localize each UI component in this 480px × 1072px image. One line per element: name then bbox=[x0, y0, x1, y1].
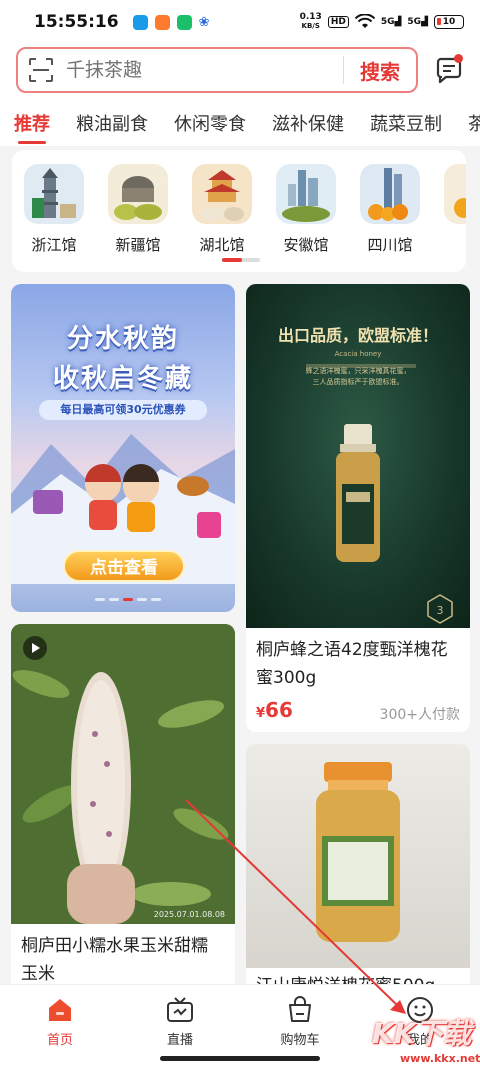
nav-cart[interactable]: 购物车 bbox=[260, 995, 340, 1048]
search-button[interactable]: 搜索 bbox=[344, 56, 416, 85]
category-tabs: 推荐 粮油副食 休闲零食 滋补保健 蔬菜豆制 茶 bbox=[0, 100, 480, 146]
honey-bottle-illustration: 3 bbox=[306, 364, 453, 624]
tab-vegetables[interactable]: 蔬菜豆制 bbox=[370, 110, 442, 136]
product-card-jar-honey[interactable]: 江山康悦洋槐花蜜500g bbox=[246, 744, 470, 1004]
product-title: 桐庐田小糯水果玉米甜糯 玉米 bbox=[21, 936, 208, 984]
tab-health[interactable]: 滋补保健 bbox=[272, 110, 344, 136]
watermark-logo: KK下载 bbox=[372, 1017, 472, 1050]
paw-app-icon: ❀ bbox=[198, 14, 214, 30]
pavilion-image bbox=[444, 164, 466, 224]
wifi-icon bbox=[354, 14, 375, 28]
svg-text:3: 3 bbox=[437, 604, 444, 617]
product-image: 出口品质，欧盟标准！ Acacia honey 蜂之语洋槐蜜，只采洋槐真花蜜， … bbox=[246, 284, 470, 628]
pavilion-sichuan[interactable]: 四川馆 bbox=[348, 164, 432, 255]
home-indicator[interactable] bbox=[160, 1056, 320, 1061]
product-image bbox=[246, 744, 470, 968]
search-bar: 搜索 bbox=[0, 44, 480, 100]
signal-5g-icon: 5G▟ bbox=[407, 17, 428, 27]
message-badge bbox=[454, 54, 463, 63]
honey-jar-illustration bbox=[316, 762, 400, 942]
cart-icon bbox=[289, 996, 311, 1022]
product-title: 桐庐蜂之语42度甄洋槐花 蜜300g bbox=[256, 640, 448, 688]
play-icon[interactable] bbox=[23, 636, 47, 660]
product-card-honey[interactable]: 出口品质，欧盟标准！ Acacia honey 蜂之语洋槐蜜，只采洋槐真花蜜， … bbox=[246, 284, 470, 732]
pavilion-image bbox=[108, 164, 168, 224]
pavilion-image bbox=[24, 164, 84, 224]
banner-view-button[interactable]: 点击查看 bbox=[63, 550, 185, 582]
photo-date: 2025.07.01.08.08 bbox=[153, 910, 225, 919]
pavilion-anhui[interactable]: 安徽馆 bbox=[264, 164, 348, 255]
promo-banner[interactable]: 分水秋韵 收秋启冬藏 每日最高可领30元优惠券 点击查看 bbox=[11, 284, 235, 612]
tv-icon bbox=[167, 997, 193, 1022]
nav-home[interactable]: 首页 bbox=[20, 995, 100, 1048]
tab-recommend[interactable]: 推荐 bbox=[14, 110, 50, 144]
banner-pagination bbox=[95, 598, 161, 601]
home-icon bbox=[49, 999, 71, 1021]
paid-count: 300+人付款 bbox=[379, 707, 460, 723]
search-box[interactable]: 搜索 bbox=[16, 47, 418, 93]
pavilion-zhejiang[interactable]: 浙江馆 bbox=[12, 164, 96, 255]
banner-subtitle: 每日最高可领30元优惠券 bbox=[39, 400, 207, 420]
phone-app-icon bbox=[176, 14, 192, 30]
hd-badge: HD bbox=[327, 16, 349, 28]
pavilion-carousel: 浙江馆 新疆馆 湖北馆 安徽馆 四川馆 bbox=[12, 150, 466, 272]
product-price: ¥66 bbox=[256, 698, 293, 722]
watermark-url: www.kkx.net bbox=[400, 1052, 480, 1065]
banner-title-line2: 收秋启冬藏 bbox=[52, 364, 193, 394]
pavilion-hubei[interactable]: 湖北馆 bbox=[180, 164, 264, 255]
scan-icon[interactable] bbox=[28, 57, 54, 83]
corn-illustration bbox=[11, 624, 235, 924]
pavilion-hunan[interactable]: 湖 bbox=[432, 164, 466, 255]
pavilion-image bbox=[192, 164, 252, 224]
battery-icon: 10 bbox=[434, 15, 464, 29]
search-input[interactable] bbox=[66, 59, 343, 81]
carousel-indicator bbox=[222, 258, 260, 262]
video-app-icon bbox=[154, 14, 170, 30]
tab-snacks[interactable]: 休闲零食 bbox=[174, 110, 246, 136]
notification-icons: ❀ bbox=[132, 14, 214, 30]
status-time: 15:55:16 bbox=[34, 12, 119, 32]
product-video: 2025.07.01.08.08 bbox=[11, 624, 235, 924]
tab-grain-oil[interactable]: 粮油副食 bbox=[76, 110, 148, 136]
pavilion-image bbox=[276, 164, 336, 224]
net-speed: 0.13 KB/S bbox=[299, 12, 322, 31]
tab-tea[interactable]: 茶 bbox=[468, 110, 480, 136]
banner-title-line1: 分水秋韵 bbox=[66, 324, 179, 354]
signal-5g-icon: 5G▟ bbox=[380, 17, 402, 27]
product-card-corn[interactable]: 2025.07.01.08.08 桐庐田小糯水果玉米甜糯 玉米 bbox=[11, 624, 235, 994]
app-notification-icon bbox=[132, 14, 148, 30]
nav-live[interactable]: 直播 bbox=[140, 995, 220, 1048]
status-bar: 15:55:16 ❀ 0.13 KB/S HD 5G▟ 5G▟ 10 bbox=[0, 0, 480, 44]
status-right: 0.13 KB/S HD 5G▟ 5G▟ 10 bbox=[300, 13, 464, 31]
pavilion-xinjiang[interactable]: 新疆馆 bbox=[96, 164, 180, 255]
pavilion-image bbox=[360, 164, 420, 224]
